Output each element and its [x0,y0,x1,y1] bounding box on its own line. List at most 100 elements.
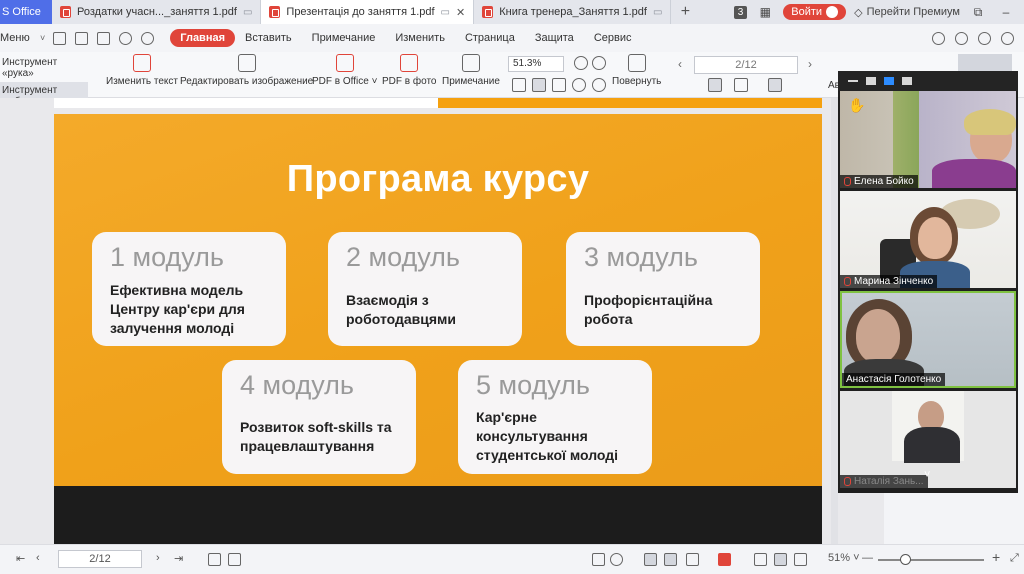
actual-size-icon[interactable] [512,78,526,92]
export-icon[interactable] [592,553,605,566]
minimize-panel-icon[interactable] [848,80,858,82]
participant-tile[interactable]: ✋ Елена Бойко [840,91,1016,188]
tab-tools[interactable]: Сервис [584,29,642,47]
fit-page-icon[interactable] [774,553,787,566]
prev-page-icon[interactable]: ‹ [678,57,682,71]
participant-name: Елена Бойко [840,175,918,188]
module-number: 1 модуль [110,242,224,272]
window-icon[interactable]: ▭ [653,7,662,18]
fit-width-icon[interactable] [552,78,566,92]
module-number: 2 модуль [346,242,460,272]
tab-count-badge[interactable]: 3 [733,5,748,19]
grid-icon[interactable]: ▦ [755,5,775,19]
zoom-slider-handle[interactable] [900,554,911,565]
account-icon[interactable] [932,31,945,45]
zoom-in-icon[interactable] [592,56,606,70]
tab-edit[interactable]: Изменить [385,29,455,47]
share-icon[interactable] [955,31,968,45]
pdf-icon [60,6,71,18]
zoom-slider[interactable] [878,559,984,561]
avatar-icon [826,6,839,18]
fit-width-icon[interactable] [794,553,807,566]
tab-insert[interactable]: Вставить [235,29,302,47]
help-icon[interactable] [1001,31,1014,45]
prev-page-icon[interactable]: ‹ [36,552,40,564]
edit-text-button[interactable]: Изменить текст [106,54,178,87]
zoom-in-icon[interactable]: + [992,549,1000,565]
fullscreen-icon[interactable]: ⤢ [1010,552,1019,565]
pdf-to-photo-button[interactable]: PDF в фото [382,54,436,87]
panel-controls [838,71,1018,91]
last-page-icon[interactable]: ⇥ [174,552,183,565]
rotate-label: Повернуть [612,76,662,87]
zoom-out-icon[interactable]: — [862,552,873,564]
participant-tile[interactable]: Марина Зінченко [840,191,1016,288]
edit-image-button[interactable]: Редактировать изображение [180,54,313,87]
actual-size-icon[interactable] [754,553,767,566]
hand-tool-button[interactable]: Инструмент «рука» [0,54,88,82]
two-page-icon[interactable] [734,78,748,92]
new-tab-button[interactable]: + [671,0,699,24]
open-folder-icon[interactable] [53,31,67,45]
play-presentation-icon[interactable] [718,553,731,566]
participant-name: Наталія Зань... [840,475,928,488]
add-page-icon[interactable] [208,553,221,566]
slide-title: Програма курсу [286,158,590,200]
tab-document-3[interactable]: Книга тренера_Заняття 1.pdf ▭ [474,0,672,24]
rotate-button[interactable]: Повернуть [612,54,661,87]
single-page-icon[interactable] [708,78,722,92]
document-view: Програма курсу 1 модуль Ефективна модель… [0,98,838,544]
close-icon[interactable]: ✕ [456,6,465,19]
annotation-button[interactable]: Примечание [442,54,500,87]
window-icon[interactable]: ▭ [441,7,450,18]
remove-page-icon[interactable] [228,553,241,566]
two-page-view-icon[interactable] [686,553,699,566]
chevron-down-icon[interactable]: ˅ [924,469,930,481]
zoom-select[interactable]: 51.3% [508,56,564,72]
mic-muted-icon [844,177,851,186]
minimize-icon[interactable]: – [996,5,1016,19]
first-page-icon[interactable]: ⇤ [16,552,25,565]
tab-page[interactable]: Страница [455,29,525,47]
tab-protect[interactable]: Защита [525,29,584,47]
chevron-down-icon[interactable]: ˅ [40,33,45,43]
restore-window-icon[interactable]: ⧉ [968,5,988,20]
pin-icon[interactable] [866,77,876,85]
participant-tile-active-speaker[interactable]: Анастасія Голотенко [840,291,1016,388]
pdf-to-office-button[interactable]: PDF в Office ˅ [312,54,377,87]
next-page-icon[interactable]: › [808,57,812,71]
premium-link[interactable]: ◇ Перейти Премиум [854,6,960,19]
fit-page-icon[interactable] [532,78,546,92]
undo-icon[interactable] [119,31,133,45]
status-page-input[interactable]: 2/12 [58,550,142,568]
page-number-input[interactable]: 2/12 [694,56,798,74]
read-mode-icon[interactable] [610,553,623,566]
tab-comment[interactable]: Примечание [302,29,386,47]
pdf-icon [482,6,494,18]
module-card-2: 2 модуль Взаємодія з роботодавцями [328,232,522,346]
redo-icon[interactable] [141,31,155,45]
participant-tile[interactable]: Наталія Зань... ˅ [840,391,1016,488]
zoom-level-select[interactable]: 51% ˅ [828,552,860,564]
zoom-out-icon[interactable] [574,56,588,70]
app-brand-tab[interactable]: S Office [0,0,52,24]
print-icon[interactable] [97,31,111,45]
save-icon[interactable] [75,31,89,45]
continuous-view-icon[interactable] [644,553,657,566]
tab-document-2[interactable]: Презентація до заняття 1.pdf ▭ ✕ [261,0,475,24]
next-page-icon[interactable]: › [156,552,160,564]
single-view-icon[interactable] [664,553,677,566]
rotate-right-icon[interactable] [592,78,606,92]
main-menu-button[interactable]: Меню [0,32,40,44]
continuous-icon[interactable] [768,78,782,92]
edit-text-label: Изменить текст [106,76,178,87]
settings-icon[interactable] [978,31,991,45]
gallery-view-icon[interactable] [902,77,912,85]
tab-document-1[interactable]: Роздатки учасн..._заняття 1.pdf ▭ [52,0,262,24]
rotate-left-icon[interactable] [572,78,586,92]
speaker-view-icon[interactable] [884,77,894,85]
login-button[interactable]: Войти [783,4,847,20]
vertical-scrollbar[interactable] [831,98,838,544]
window-icon[interactable]: ▭ [243,7,252,18]
tab-home[interactable]: Главная [170,29,236,47]
